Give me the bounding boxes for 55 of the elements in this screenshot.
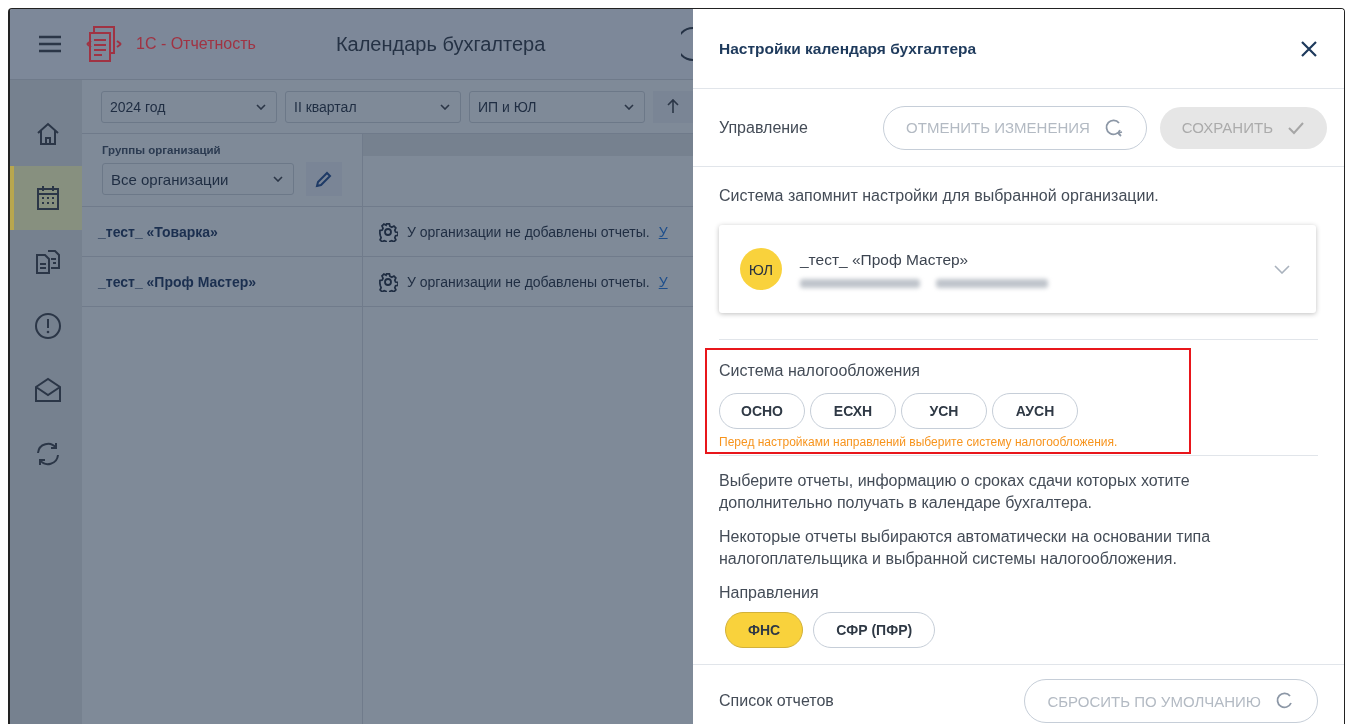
- setup-link[interactable]: У: [658, 273, 668, 290]
- tax-system-chip[interactable]: ОСНО: [719, 393, 805, 429]
- sync-icon: [34, 440, 62, 468]
- chevron-icon: [624, 103, 634, 110]
- settings-icon[interactable]: [378, 221, 398, 242]
- tax-system-label: Система налогообложения: [719, 362, 922, 380]
- avatar-icon[interactable]: [681, 27, 693, 61]
- direction-chip[interactable]: СФР (ПФР): [813, 612, 936, 648]
- logo-icon: [84, 24, 124, 64]
- refresh-icon: [1275, 691, 1295, 711]
- management-label: Управление: [719, 118, 808, 137]
- status-text: У организации не добавлены отчеты.: [407, 223, 650, 240]
- organization-name[interactable]: _тест_ «Товарка»: [98, 223, 218, 240]
- pencil-icon: [315, 170, 333, 188]
- edit-button[interactable]: [306, 162, 342, 196]
- refresh-icon: [1103, 117, 1124, 138]
- directions-label: Направления: [719, 584, 820, 602]
- mail-icon: [34, 376, 62, 404]
- group-label: Группы организаций: [102, 144, 222, 156]
- direction-chip[interactable]: ФНС: [725, 612, 804, 648]
- organization-name: _тест_ «Проф Мастер»: [800, 250, 970, 269]
- calendar-icon: [36, 185, 60, 211]
- settings-icon[interactable]: [378, 271, 398, 292]
- organization-badge: ЮЛ: [740, 248, 782, 290]
- page-title: Календарь бухгалтера: [335, 32, 546, 56]
- reports-label: Список отчетов: [719, 692, 834, 710]
- upload-button[interactable]: [653, 90, 693, 123]
- tax-system-chip[interactable]: АУСН: [992, 393, 1078, 429]
- home-icon: [35, 121, 61, 147]
- status-text: У организации не добавлены отчеты.: [407, 273, 650, 290]
- tax-system-chip[interactable]: УСН: [901, 393, 987, 429]
- chevron-icon: [440, 103, 450, 110]
- check-icon: [1287, 120, 1305, 135]
- nav-item[interactable]: [10, 166, 82, 230]
- filter-dropdown[interactable]: 2024 год: [101, 90, 277, 123]
- tax-system-chip[interactable]: ЕСХН: [810, 393, 896, 429]
- documents-icon: [35, 249, 61, 275]
- organization-name[interactable]: _тест_ «Проф Мастер»: [98, 273, 257, 290]
- group-dropdown[interactable]: Все организации: [102, 163, 294, 195]
- close-icon[interactable]: [1300, 39, 1318, 58]
- description-text: Некоторые отчеты выбираются автоматически на основании типа налогоплательщика и выбранной системы налогообложения.: [719, 527, 1212, 569]
- chevron-icon: [256, 103, 266, 110]
- setup-link[interactable]: У: [658, 223, 668, 240]
- upload-icon: [665, 97, 681, 116]
- warning-text: Перед настройками направлений выберите систему налогообложения.: [719, 435, 1119, 449]
- alert-icon: [34, 312, 62, 340]
- notice-text: Система запомнит настройки для выбранной организации.: [719, 186, 1160, 206]
- chevron-icon: [273, 176, 283, 182]
- chevron-icon[interactable]: [1274, 264, 1290, 274]
- filter-dropdown[interactable]: II квартал: [285, 90, 461, 123]
- panel-title: Настройки календаря бухгалтера: [719, 39, 977, 58]
- menu-icon[interactable]: [38, 35, 62, 53]
- filter-dropdown[interactable]: ИП и ЮЛ: [469, 90, 645, 123]
- description-text: Выберите отчеты, информацию о сроках сдачи которых хотите дополнительно получать в календаре бухгалтера.: [719, 471, 1191, 513]
- organization-card[interactable]: ЮЛ _тест_ «Проф Мастер»: [719, 225, 1316, 313]
